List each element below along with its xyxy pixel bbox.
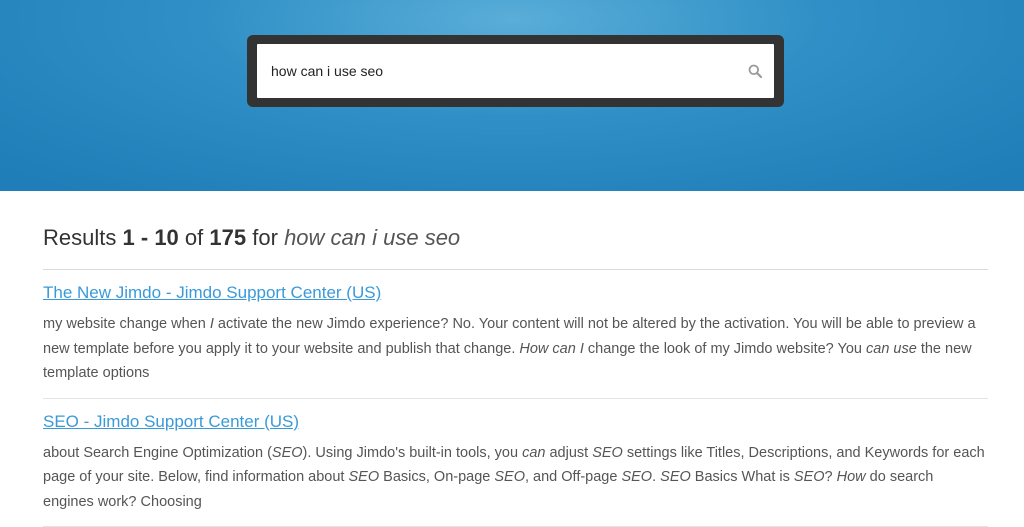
snippet-highlight: can use: [866, 341, 917, 357]
snippet-text: ?: [825, 469, 837, 485]
snippet-highlight: SEO: [621, 469, 652, 485]
result-title-link[interactable]: SEO - Jimdo Support Center (US): [43, 411, 299, 433]
result-title-link[interactable]: The New Jimdo - Jimdo Support Center (US…: [43, 282, 381, 304]
search-input[interactable]: [271, 44, 721, 98]
snippet-text: ). Using Jimdo's built-in tools, you: [303, 445, 523, 461]
snippet-highlight: can: [522, 445, 545, 461]
snippet-highlight: SEO: [349, 469, 380, 485]
snippet-text: Basics, On-page: [379, 469, 494, 485]
snippet-highlight: How: [837, 469, 866, 485]
snippet-text: .: [652, 469, 660, 485]
search-box: [257, 44, 774, 98]
results-of: of: [185, 225, 203, 250]
results-total: 175: [209, 225, 246, 250]
search-result: SEO - Jimdo Support Center (US) about Se…: [43, 399, 988, 527]
snippet-text: adjust: [545, 445, 592, 461]
snippet-text: about Search Engine Optimization (: [43, 445, 272, 461]
snippet-highlight: How can I: [519, 341, 583, 357]
snippet-text: Basics What is: [691, 469, 794, 485]
results-dash: -: [141, 225, 148, 250]
snippet-text: my website change when: [43, 316, 210, 332]
snippet-text: , and Off-page: [525, 469, 621, 485]
search-result: The New Jimdo - Jimdo Support Center (US…: [43, 270, 988, 399]
results-query: how can i use seo: [284, 225, 460, 250]
search-hero: [0, 0, 1024, 191]
snippet-highlight: SEO: [272, 445, 303, 461]
results-start: 1: [122, 225, 134, 250]
snippet-highlight: SEO: [592, 445, 623, 461]
snippet-text: change the look of my Jimdo website? You: [584, 341, 866, 357]
results-section: Results 1 - 10 of 175 for how can i use …: [43, 191, 988, 527]
results-for: for: [252, 225, 278, 250]
snippet-highlight: SEO: [794, 469, 825, 485]
snippet-highlight: SEO: [660, 469, 691, 485]
search-icon[interactable]: [748, 64, 762, 78]
result-snippet: about Search Engine Optimization (SEO). …: [43, 441, 988, 515]
results-prefix: Results: [43, 225, 116, 250]
search-frame: [247, 35, 784, 107]
results-end: 10: [154, 225, 178, 250]
results-heading: Results 1 - 10 of 175 for how can i use …: [43, 191, 988, 270]
result-snippet: my website change when I activate the ne…: [43, 312, 988, 386]
snippet-highlight: SEO: [494, 469, 525, 485]
